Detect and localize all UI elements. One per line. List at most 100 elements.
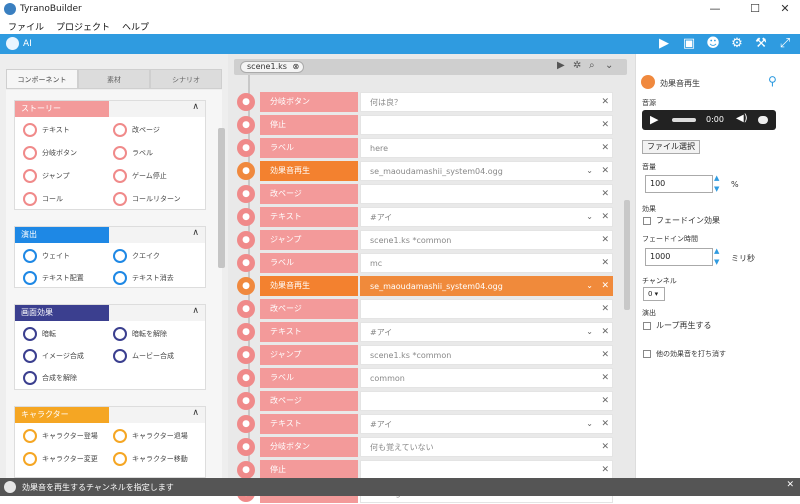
tab-materials[interactable]: 素材 [78,69,150,89]
delete-icon[interactable]: ✕ [601,253,609,273]
scenario-row[interactable]: ● 分岐ボタン 何は良？ ✕ [235,92,615,112]
volume-input[interactable]: 100 [645,175,713,193]
scenario-row[interactable]: ● 分岐ボタン 何も覚えていない ✕ [235,437,615,457]
pin-icon[interactable]: ⚲ [768,74,777,88]
delete-icon[interactable]: ✕ [601,276,609,296]
delete-icon[interactable]: ✕ [601,391,609,411]
chevron-down-icon[interactable]: ⌄ [586,276,593,296]
component-image-composite[interactable]: イメージ合成 [23,349,84,363]
component-text[interactable]: テキスト [23,123,70,137]
play-icon[interactable]: ▶ [557,60,565,71]
close-icon[interactable]: ✕ [786,480,794,490]
chevron-up-icon[interactable]: ∧ [192,102,199,112]
scenario-row[interactable]: ● 改ページ ✕ [235,299,615,319]
center-scrollbar[interactable] [624,200,630,310]
volume-icon[interactable]: ◀) [736,113,748,124]
chevron-up-icon[interactable]: ∧ [192,306,199,316]
delete-icon[interactable]: ✕ [601,414,609,434]
users-icon[interactable]: ☻ [705,36,721,52]
delete-icon[interactable]: ✕ [601,92,609,112]
scenario-row[interactable]: ● 改ページ ✕ [235,184,615,204]
component-callreturn[interactable]: コールリターン [113,192,181,206]
category-header[interactable]: 演出 ∧ [15,227,205,243]
fadetime-input[interactable]: 1000 [645,248,713,266]
scenario-row[interactable]: ● テキスト #アイ ⌄ ✕ [235,414,615,434]
scenario-row[interactable]: ● 停止 ✕ [235,115,615,135]
save-icon[interactable]: ▣ [681,36,697,52]
hammer-icon[interactable]: ⚒ [753,36,769,52]
chevron-down-icon[interactable]: ⌄ [586,207,593,227]
stepper-down-icon[interactable]: ▼ [714,258,719,266]
component-composite-release[interactable]: 合成を解除 [23,371,77,385]
minimize-button[interactable]: — [700,0,730,18]
stepper-up-icon[interactable]: ▲ [714,247,719,255]
delete-icon[interactable]: ✕ [601,207,609,227]
delete-icon[interactable]: ✕ [601,345,609,365]
delete-icon[interactable]: ✕ [601,322,609,342]
left-scrollbar[interactable] [218,128,225,268]
play-icon[interactable]: ▶ [650,113,658,126]
component-character-enter[interactable]: キャラクター登場 [23,429,98,443]
ai-button[interactable]: AI [6,37,32,50]
component-movie-composite[interactable]: ムービー合成 [113,349,174,363]
delete-icon[interactable]: ✕ [601,115,609,135]
chevron-up-icon[interactable]: ∧ [192,228,199,238]
stepper-down-icon[interactable]: ▼ [714,185,719,193]
category-header[interactable]: キャラクター ∧ [15,407,205,423]
bug-icon[interactable]: ✲ [573,60,581,71]
loop-checkbox[interactable] [643,322,651,330]
seek-slider[interactable] [672,118,696,122]
menu-project[interactable]: プロジェクト [56,20,110,33]
category-header[interactable]: ストーリー ∧ [15,101,205,117]
chevron-down-icon[interactable]: ⌄ [586,161,593,181]
category-header[interactable]: 画面効果 ∧ [15,305,205,321]
scenario-row[interactable]: ● 改ページ ✕ [235,391,615,411]
stop-other-checkbox[interactable] [643,350,651,358]
scenario-row[interactable]: ● ジャンプ scene1.ks *common ✕ [235,345,615,365]
delete-icon[interactable]: ✕ [601,460,609,480]
close-icon[interactable]: ⊗ [292,62,299,71]
component-unblackout[interactable]: 暗転を解除 [113,327,167,341]
scenario-row[interactable]: ● ラベル here ✕ [235,138,615,158]
stepper-up-icon[interactable]: ▲ [714,174,719,182]
delete-icon[interactable]: ✕ [601,368,609,388]
gear-icon[interactable]: ⚙ [729,36,745,52]
scenario-row[interactable]: ● ジャンプ scene1.ks *common ✕ [235,230,615,250]
channel-select[interactable]: 0 ▾ [643,287,665,301]
component-character-move[interactable]: キャラクター移動 [113,452,188,466]
scenario-row[interactable]: ● 停止 ✕ [235,460,615,480]
delete-icon[interactable]: ✕ [601,230,609,250]
scenario-row[interactable]: ● 効果音再生 se_maoudamashii_system04.ogg ⌄ ✕ [235,276,615,296]
file-select-button[interactable]: ファイル選択 [642,140,700,154]
component-gamestop[interactable]: ゲーム停止 [113,169,167,183]
scenario-row[interactable]: ● テキスト #アイ ⌄ ✕ [235,322,615,342]
scenario-row[interactable]: ● テキスト #アイ ⌄ ✕ [235,207,615,227]
maximize-button[interactable]: ☐ [740,0,770,18]
fadein-checkbox[interactable] [643,217,651,225]
component-textclear[interactable]: テキスト消去 [113,271,174,285]
component-textposition[interactable]: テキスト配置 [23,271,84,285]
play-icon[interactable]: ▶ [656,36,672,52]
component-quake[interactable]: クエイク [113,249,160,263]
component-character-exit[interactable]: キャラクター退場 [113,429,188,443]
scenario-row[interactable]: ● ラベル mc ✕ [235,253,615,273]
component-jump[interactable]: ジャンプ [23,169,69,183]
delete-icon[interactable]: ✕ [601,184,609,204]
chevron-down-icon[interactable]: ⌄ [586,322,593,342]
menu-file[interactable]: ファイル [8,20,44,33]
delete-icon[interactable]: ✕ [601,138,609,158]
chevron-down-icon[interactable]: ⌄ [605,60,613,71]
expand-icon[interactable]: ⤢ [777,36,793,52]
scenario-row[interactable]: ● 効果音再生 se_maoudamashii_system04.ogg ⌄ ✕ [235,161,615,181]
close-button[interactable]: ✕ [770,0,800,18]
component-label[interactable]: ラベル [113,146,153,160]
tab-scenarios[interactable]: シナリオ [150,69,222,89]
component-branch[interactable]: 分岐ボタン [23,146,77,160]
chevron-down-icon[interactable]: ⌄ [586,414,593,434]
menu-help[interactable]: ヘルプ [122,20,149,33]
component-character-change[interactable]: キャラクター変更 [23,452,98,466]
chevron-up-icon[interactable]: ∧ [192,408,199,418]
scene-tab[interactable]: scene1.ks ⊗ [240,61,304,73]
component-wait[interactable]: ウェイト [23,249,70,263]
delete-icon[interactable]: ✕ [601,299,609,319]
